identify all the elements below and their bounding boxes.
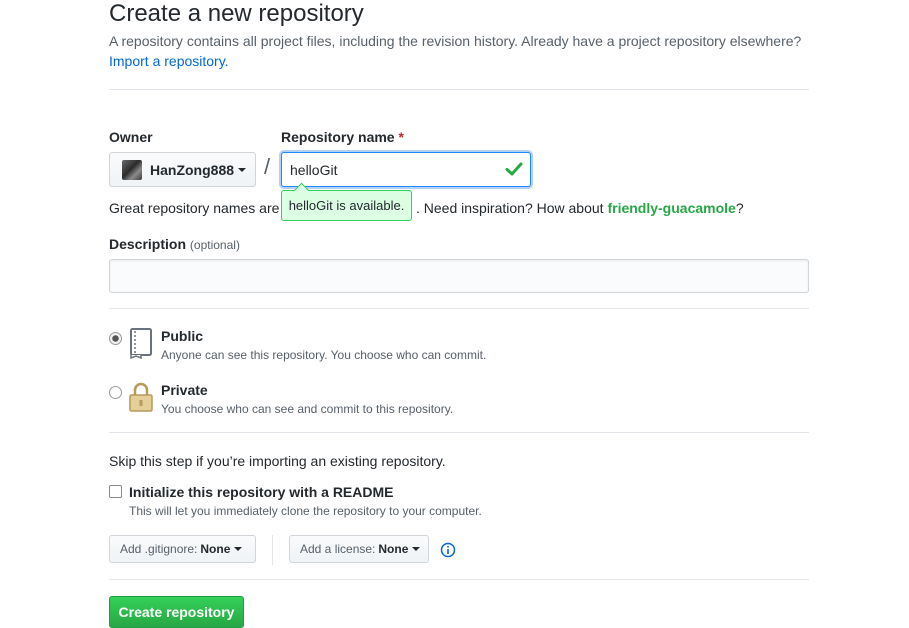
divider bbox=[109, 89, 809, 90]
owner-name: HanZong888 bbox=[150, 161, 235, 178]
divider bbox=[109, 579, 809, 580]
required-mark: * bbox=[398, 129, 404, 145]
public-radio[interactable] bbox=[109, 332, 122, 345]
info-icon[interactable] bbox=[440, 542, 456, 558]
license-select-button[interactable]: Add a license: None bbox=[289, 535, 429, 563]
repo-name-hint: Great repository names are bbox=[109, 200, 280, 216]
repo-name-inspiration: . Need inspiration? How about friendly-g… bbox=[416, 200, 744, 217]
repo-name-label: Repository name * bbox=[281, 129, 404, 145]
caret-down-icon bbox=[234, 547, 243, 551]
inspiration-text: . Need inspiration? How about bbox=[416, 200, 604, 216]
lock-icon bbox=[129, 382, 153, 412]
license-value: None bbox=[378, 542, 409, 556]
page-title: Create a new repository bbox=[109, 0, 364, 27]
divider bbox=[272, 535, 273, 565]
create-repository-button[interactable]: Create repository bbox=[109, 596, 244, 628]
repo-name-label-text: Repository name bbox=[281, 129, 395, 145]
divider bbox=[109, 308, 809, 309]
skip-note: Skip this step if you’re importing an ex… bbox=[109, 453, 446, 469]
description-label-text: Description bbox=[109, 236, 187, 252]
owner-label: Owner bbox=[109, 129, 153, 145]
private-option-note: You choose who can see and commit to thi… bbox=[161, 402, 454, 416]
divider bbox=[109, 432, 809, 433]
description-label: Description (optional) bbox=[109, 236, 240, 252]
check-icon bbox=[505, 162, 523, 176]
book-icon bbox=[130, 328, 152, 359]
repo-name-input[interactable] bbox=[281, 152, 531, 187]
public-option-title[interactable]: Public bbox=[161, 328, 203, 344]
gitignore-value: None bbox=[200, 542, 231, 556]
name-suggestion[interactable]: friendly-guacamole bbox=[607, 200, 735, 216]
owner-repo-separator: / bbox=[264, 154, 271, 179]
private-radio[interactable] bbox=[109, 386, 122, 399]
optional-note: (optional) bbox=[189, 238, 240, 252]
gitignore-key: Add .gitignore: bbox=[120, 542, 198, 556]
readme-checkbox[interactable] bbox=[109, 485, 122, 498]
readme-label[interactable]: Initialize this repository with a README bbox=[129, 484, 393, 500]
page-subtitle: A repository contains all project files,… bbox=[109, 33, 802, 49]
license-key: Add a license: bbox=[300, 542, 376, 556]
public-option-note: Anyone can see this repository. You choo… bbox=[161, 348, 487, 362]
caret-down-icon bbox=[412, 547, 421, 551]
gitignore-select-button[interactable]: Add .gitignore: None bbox=[109, 535, 256, 563]
caret-down-icon bbox=[238, 167, 247, 172]
readme-note: This will let you immediately clone the … bbox=[129, 504, 482, 518]
owner-select-button[interactable]: HanZong888 bbox=[109, 152, 256, 187]
description-input[interactable] bbox=[109, 259, 809, 293]
inspiration-suffix: ? bbox=[735, 200, 744, 216]
avatar bbox=[122, 159, 142, 180]
import-repository-link[interactable]: Import a repository. bbox=[109, 53, 229, 70]
private-option-title[interactable]: Private bbox=[161, 382, 208, 398]
availability-tooltip: helloGit is available. bbox=[281, 190, 412, 221]
